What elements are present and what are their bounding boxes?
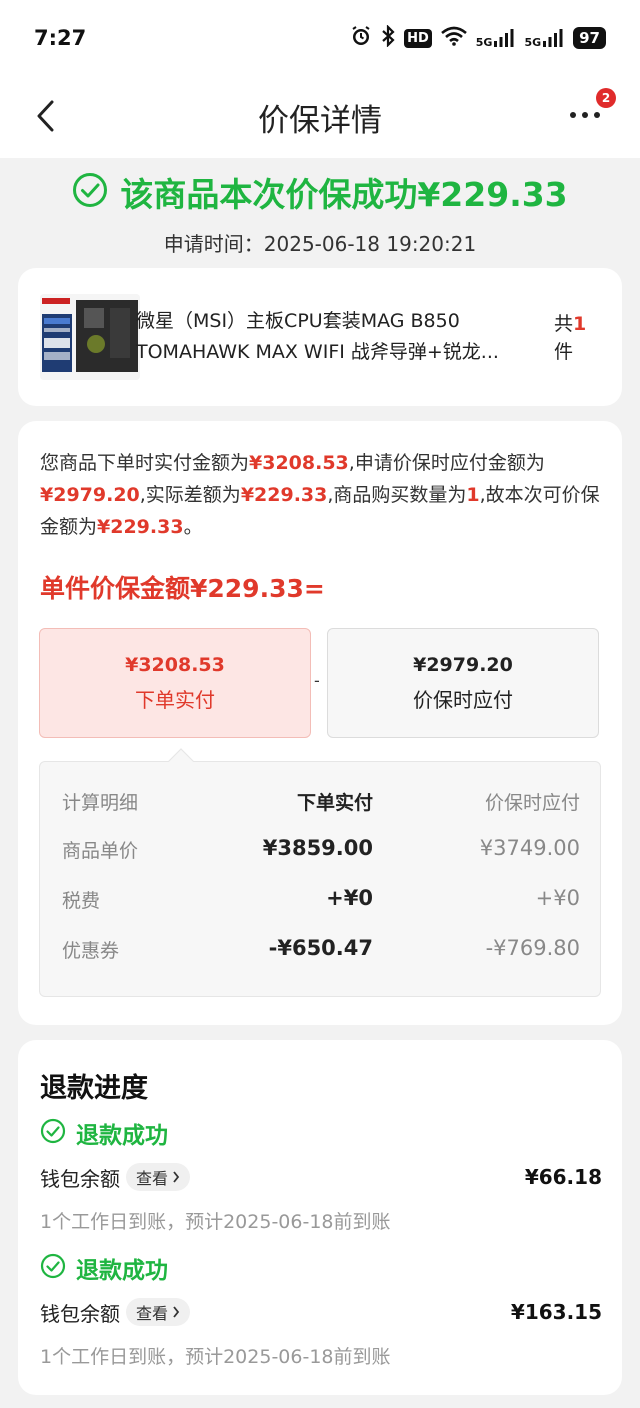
minus-sign: - — [314, 671, 320, 690]
apply-time: 申请时间：2025-06-18 19:20:21 — [163, 232, 477, 256]
view-button-label: 查看 — [136, 1304, 169, 1323]
product-quantity: 共1 件 — [554, 310, 586, 366]
nav-bar: 价保详情 2 — [0, 76, 640, 158]
back-arrow-icon[interactable] — [30, 96, 64, 136]
table-cell: -¥769.80 — [485, 936, 580, 960]
check-circle-icon — [40, 1253, 66, 1283]
check-circle-icon — [72, 172, 108, 212]
table-cell: +¥0 — [535, 886, 580, 910]
refund-account: 钱包余额 — [40, 1301, 120, 1326]
table-cell: 商品单价 — [62, 840, 139, 862]
table-header-cell: 下单实付 — [296, 792, 373, 814]
explain-value: ¥229.33 — [97, 516, 184, 538]
explain-text: 。 — [183, 516, 203, 538]
view-button[interactable]: 查看 — [126, 1298, 191, 1326]
refund-status: 退款成功 — [40, 1251, 168, 1285]
hd-voice-icon: HD — [404, 28, 432, 48]
product-image[interactable] — [40, 294, 140, 380]
explain-value: ¥2979.20 — [40, 484, 140, 506]
explain-value: ¥3208.53 — [249, 452, 349, 474]
product-title[interactable]: 微星（MSI）主板CPU套装MAG B850 TOMAHAWK MAX WIFI… — [136, 306, 526, 368]
calculation-explanation: 您商品下单时实付金额为¥3208.53,申请价保时应付金额为 ¥2979.20,实… — [40, 447, 600, 543]
view-button-label: 查看 — [136, 1169, 169, 1188]
success-headline: 该商品本次价保成功¥229.33 — [120, 175, 568, 214]
table-cell: ¥3749.00 — [479, 836, 580, 860]
table-row: 商品单价 ¥3859.00 ¥3749.00 — [62, 836, 580, 866]
status-time: 7:27 — [34, 26, 87, 50]
signal-icon: 5G — [476, 28, 516, 48]
refund-note: 1个工作日到账，预计2025-06-18前到账 — [40, 1346, 391, 1368]
more-icon[interactable] — [568, 100, 602, 130]
protect-price-box[interactable]: ¥2979.20 价保时应付 — [327, 628, 599, 738]
refund-line: 钱包余额 查看 ¥66.18 — [40, 1162, 602, 1192]
table-cell: 税费 — [62, 890, 101, 912]
refund-amount: ¥66.18 — [524, 1165, 602, 1189]
qty-suffix: 件 — [554, 341, 574, 363]
explain-text: 您商品下单时实付金额为 — [40, 452, 250, 474]
net-type-label-2: 5G — [524, 36, 542, 49]
protect-price-label: 价保时应付 — [413, 687, 513, 712]
bluetooth-icon — [381, 24, 395, 51]
status-bar: 7:27 HD 5G 5G 97 — [0, 0, 640, 76]
signal-icon-2: 5G — [524, 28, 564, 48]
success-line: 该商品本次价保成功¥229.33 — [0, 168, 640, 216]
battery-indicator: 97 — [573, 27, 606, 49]
order-paid-box[interactable]: ¥3208.53 下单实付 — [39, 628, 311, 738]
explain-text: ,申请价保时应付金额为 — [348, 452, 545, 474]
wifi-icon — [440, 26, 467, 50]
table-cell: +¥0 — [326, 886, 373, 910]
calculation-card: 您商品下单时实付金额为¥3208.53,申请价保时应付金额为¥2979.20,实… — [18, 421, 622, 1025]
explain-value: ¥229.33 — [240, 484, 328, 506]
explain-text: ,商品购买数量为 — [327, 484, 467, 506]
calculation-detail-table: 计算明细 下单实付 价保时应付 商品单价 ¥3859.00 ¥3749.00 税… — [39, 761, 601, 997]
status-icons: HD 5G 5G 97 — [350, 24, 606, 51]
page-title: 价保详情 — [258, 102, 382, 139]
qty-value: 1 — [573, 313, 587, 335]
refund-amount: ¥163.15 — [510, 1300, 602, 1324]
order-paid-amount: ¥3208.53 — [125, 653, 225, 676]
refund-status-text: 退款成功 — [76, 1258, 168, 1284]
notification-badge: 2 — [596, 88, 616, 108]
refund-progress-card: 退款进度 退款成功 钱包余额 查看 ¥66.18 1个工作日到账，预计2025-… — [18, 1040, 622, 1395]
refund-account: 钱包余额 — [40, 1166, 120, 1191]
table-row: 优惠券 -¥650.47 -¥769.80 — [62, 936, 580, 966]
table-header-cell: 计算明细 — [62, 792, 139, 814]
success-header: 该商品本次价保成功¥229.33 申请时间：2025-06-18 19:20:2… — [0, 168, 640, 257]
single-item-amount: 单件价保金额¥229.33= — [40, 574, 325, 603]
chevron-right-icon — [172, 1303, 180, 1322]
check-circle-icon — [40, 1118, 66, 1148]
table-cell: -¥650.47 — [268, 936, 373, 960]
refund-line: 钱包余额 查看 ¥163.15 — [40, 1297, 602, 1327]
table-cell: 优惠券 — [62, 940, 120, 962]
view-button[interactable]: 查看 — [126, 1163, 191, 1191]
table-header-row: 计算明细 下单实付 价保时应付 — [62, 788, 580, 818]
chevron-right-icon — [172, 1168, 180, 1187]
order-paid-label: 下单实付 — [135, 687, 215, 712]
refund-status: 退款成功 — [40, 1116, 168, 1150]
net-type-label: 5G — [475, 36, 493, 49]
qty-prefix: 共 — [554, 313, 574, 335]
table-header-cell: 价保时应付 — [484, 792, 580, 814]
table-row: 税费 +¥0 +¥0 — [62, 886, 580, 916]
protect-price-amount: ¥2979.20 — [413, 653, 513, 676]
refund-title: 退款进度 — [40, 1073, 148, 1104]
refund-note: 1个工作日到账，预计2025-06-18前到账 — [40, 1211, 391, 1233]
refund-status-text: 退款成功 — [76, 1123, 168, 1149]
table-cell: ¥3859.00 — [262, 836, 373, 860]
alarm-icon — [350, 25, 372, 51]
explain-text: ,实际差额为 — [139, 484, 241, 506]
explain-value: 1 — [466, 484, 480, 506]
product-card[interactable]: 微星（MSI）主板CPU套装MAG B850 TOMAHAWK MAX WIFI… — [18, 268, 622, 406]
